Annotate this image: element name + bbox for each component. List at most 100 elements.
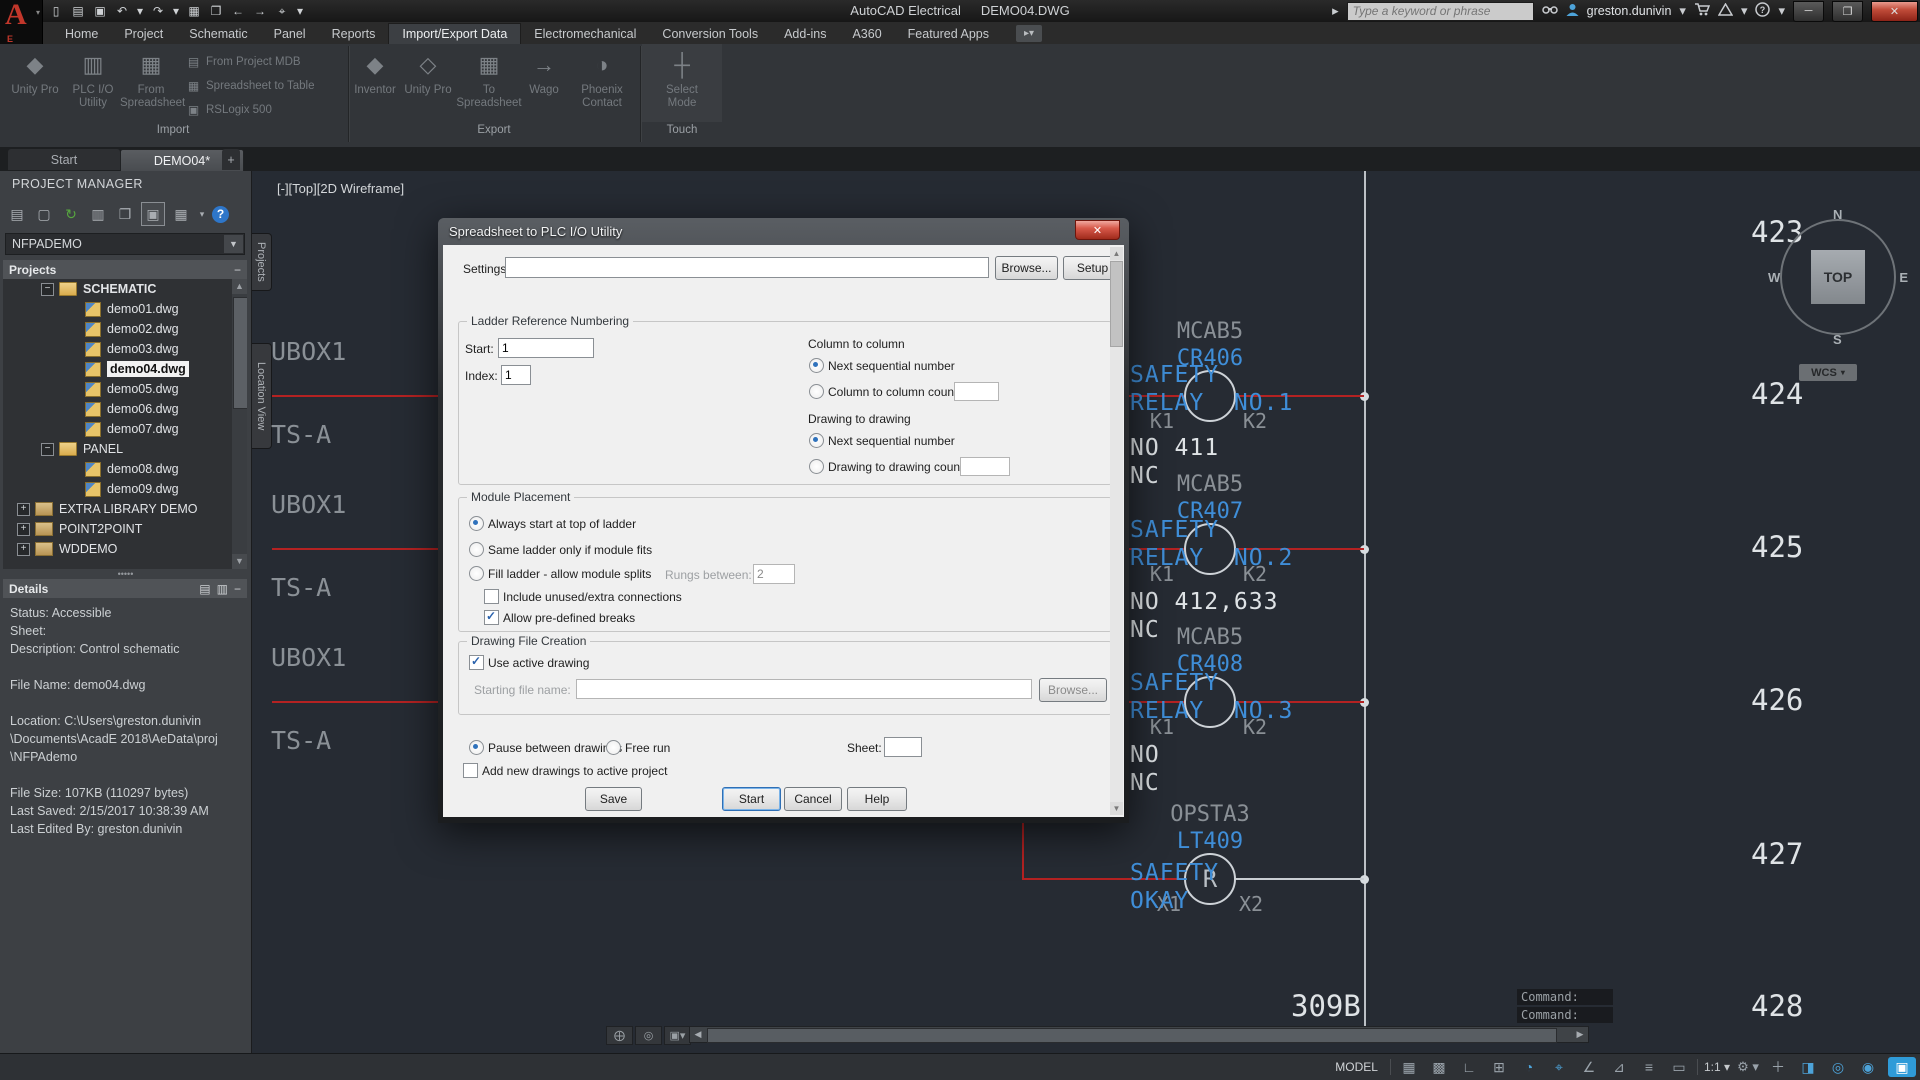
file-tab-start[interactable]: Start bbox=[8, 149, 120, 170]
dialog-scrollbar[interactable]: ▲ ▼ bbox=[1110, 247, 1123, 815]
collapse-expander-icon[interactable]: − bbox=[41, 443, 54, 456]
new-tab-button[interactable]: + bbox=[222, 149, 240, 170]
same-ladder-radio[interactable] bbox=[469, 542, 484, 557]
help-icon[interactable]: ? bbox=[1755, 2, 1770, 20]
scroll-thumb[interactable] bbox=[707, 1028, 1557, 1043]
include-unused-checkbox[interactable] bbox=[484, 589, 499, 604]
transparency-icon[interactable]: ▭ bbox=[1665, 1057, 1693, 1077]
tree-item-schematic[interactable]: − SCHEMATIC bbox=[3, 279, 247, 299]
compass-south[interactable]: S bbox=[1833, 332, 1842, 347]
object-isolate-icon[interactable]: ◎ bbox=[1824, 1057, 1852, 1077]
details-collapse-icon[interactable]: − bbox=[234, 582, 241, 596]
compass-north[interactable]: N bbox=[1833, 207, 1842, 222]
scroll-right-icon[interactable]: ▶ bbox=[1572, 1027, 1588, 1042]
tree-item-demo09[interactable]: demo09.dwg bbox=[3, 479, 247, 499]
toolbar-dropdown-icon[interactable]: ▾ bbox=[197, 203, 207, 225]
new-drawing-icon[interactable]: ▢ bbox=[33, 203, 55, 225]
scroll-thumb[interactable] bbox=[233, 297, 247, 409]
combo-dropdown-icon[interactable]: ▼ bbox=[224, 235, 243, 253]
tree-item-demo06[interactable]: demo06.dwg bbox=[3, 399, 247, 419]
details-view-icon[interactable]: ▤ bbox=[199, 582, 210, 596]
dialog-title[interactable]: Spreadsheet to PLC I/O Utility bbox=[443, 218, 1124, 245]
tree-item-demo04-selected[interactable]: demo04.dwg bbox=[3, 359, 247, 379]
dialog-close-button[interactable]: ✕ bbox=[1075, 220, 1120, 240]
expand-expander-icon[interactable]: + bbox=[17, 503, 30, 516]
fill-ladder-radio[interactable] bbox=[469, 566, 484, 581]
file-browse-button[interactable]: Browse... bbox=[1039, 678, 1107, 702]
signed-in-user[interactable]: greston.dunivin bbox=[1587, 4, 1672, 18]
expand-expander-icon[interactable]: + bbox=[17, 523, 30, 536]
help-button[interactable]: Help bbox=[847, 787, 907, 811]
use-active-drawing-checkbox[interactable] bbox=[469, 655, 484, 670]
annotation-scale-button[interactable]: 1:1 ▾ bbox=[1702, 1057, 1732, 1077]
plot-icon[interactable]: ▦ bbox=[170, 203, 192, 225]
tree-item-demo03[interactable]: demo03.dwg bbox=[3, 339, 247, 359]
drawing-next-sequential-label[interactable]: Next sequential number bbox=[828, 434, 955, 448]
close-button[interactable]: ✕ bbox=[1871, 1, 1918, 22]
scroll-thumb[interactable] bbox=[1110, 261, 1123, 347]
tree-item-wddemo[interactable]: + WDDEMO bbox=[3, 539, 247, 559]
object-snap-icon[interactable]: ⌖ bbox=[1545, 1057, 1573, 1077]
publish-icon[interactable]: ▣ bbox=[141, 202, 165, 226]
clean-screen-icon[interactable]: ▣ bbox=[1888, 1057, 1916, 1077]
wcs-menu[interactable]: WCS ▾ bbox=[1799, 364, 1857, 381]
tree-item-point2point[interactable]: + POINT2POINT bbox=[3, 519, 247, 539]
model-space-button[interactable]: MODEL bbox=[1327, 1057, 1386, 1077]
autocad-logo[interactable]: A E ▾ bbox=[0, 0, 43, 44]
always-start-top-label[interactable]: Always start at top of ladder bbox=[488, 517, 636, 531]
object-snap-tracking-icon[interactable]: ∠ bbox=[1575, 1057, 1603, 1077]
free-run-radio[interactable] bbox=[606, 740, 621, 755]
tab-featured-apps[interactable]: Featured Apps bbox=[895, 24, 1002, 44]
tab-electromechanical[interactable]: Electromechanical bbox=[521, 24, 649, 44]
collapse-expander-icon[interactable]: − bbox=[41, 283, 54, 296]
compass-west[interactable]: W bbox=[1768, 270, 1780, 285]
cancel-button[interactable]: Cancel bbox=[784, 787, 842, 811]
always-start-top-radio[interactable] bbox=[469, 516, 484, 531]
pause-between-drawings-radio[interactable] bbox=[469, 740, 484, 755]
scroll-up-icon[interactable]: ▲ bbox=[232, 279, 247, 294]
project-manager-icon[interactable]: ▤ bbox=[6, 203, 28, 225]
tab-schematic[interactable]: Schematic bbox=[176, 24, 260, 44]
allow-predefined-breaks-label[interactable]: Allow pre-defined breaks bbox=[503, 611, 635, 625]
tree-item-panel[interactable]: − PANEL bbox=[3, 439, 247, 459]
zoom-icon[interactable]: ◎ bbox=[635, 1026, 662, 1045]
tab-home[interactable]: Home bbox=[52, 24, 111, 44]
compass-east[interactable]: E bbox=[1899, 270, 1908, 285]
start-button[interactable]: Start bbox=[722, 787, 781, 811]
panel-label-export[interactable]: Export bbox=[350, 124, 638, 136]
pan-icon[interactable]: ⨁ bbox=[606, 1026, 633, 1045]
lineweight-icon[interactable]: ≡ bbox=[1635, 1057, 1663, 1077]
polar-tracking-icon[interactable]: ◔ bbox=[1515, 1057, 1543, 1077]
tree-item-demo05[interactable]: demo05.dwg bbox=[3, 379, 247, 399]
drawing-to-drawing-count-label[interactable]: Drawing to drawing count: bbox=[828, 460, 967, 474]
a360-dropdown-icon[interactable]: ▾ bbox=[1741, 3, 1748, 19]
search-input[interactable] bbox=[1347, 2, 1534, 21]
drawing-to-drawing-count-radio[interactable] bbox=[809, 459, 824, 474]
next-sequential-number-radio[interactable] bbox=[809, 358, 824, 373]
isodraft-icon[interactable]: ⊿ bbox=[1605, 1057, 1633, 1077]
tab-import-export-data[interactable]: Import/Export Data bbox=[388, 23, 521, 44]
add-new-drawings-checkbox[interactable] bbox=[463, 763, 478, 778]
index-input[interactable] bbox=[501, 365, 531, 385]
copy-project-icon[interactable]: ❐ bbox=[114, 203, 136, 225]
pm-help-icon[interactable]: ? bbox=[212, 206, 229, 223]
projects-section-header[interactable]: Projects − bbox=[3, 260, 247, 279]
column-to-column-count-label[interactable]: Column to column count: bbox=[828, 385, 961, 399]
palette-splitter[interactable]: ••••• bbox=[0, 572, 251, 578]
palette-tab-projects[interactable]: Projects bbox=[251, 233, 272, 291]
ortho-mode-icon[interactable]: ∟ bbox=[1455, 1057, 1483, 1077]
free-run-label[interactable]: Free run bbox=[625, 741, 670, 755]
dynamic-input-icon[interactable]: ⊞ bbox=[1485, 1057, 1513, 1077]
drawing-next-sequential-radio[interactable] bbox=[809, 433, 824, 448]
graphics-performance-icon[interactable]: ◉ bbox=[1854, 1057, 1882, 1077]
wcs-dropdown-icon[interactable]: ▾ bbox=[1841, 368, 1845, 377]
tab-a360[interactable]: A360 bbox=[839, 24, 894, 44]
tab-reports[interactable]: Reports bbox=[319, 24, 389, 44]
annotation-monitor-icon[interactable]: ＋ bbox=[1764, 1057, 1792, 1077]
snap-mode-icon[interactable]: ▩ bbox=[1425, 1057, 1453, 1077]
pause-between-drawings-label[interactable]: Pause between drawings bbox=[488, 741, 622, 755]
add-new-drawings-label[interactable]: Add new drawings to active project bbox=[482, 764, 667, 778]
ribbon-display-toggle-icon[interactable]: ▸▾ bbox=[1016, 25, 1042, 42]
expand-expander-icon[interactable]: + bbox=[17, 543, 30, 556]
preview-view-icon[interactable]: ▥ bbox=[217, 582, 228, 596]
